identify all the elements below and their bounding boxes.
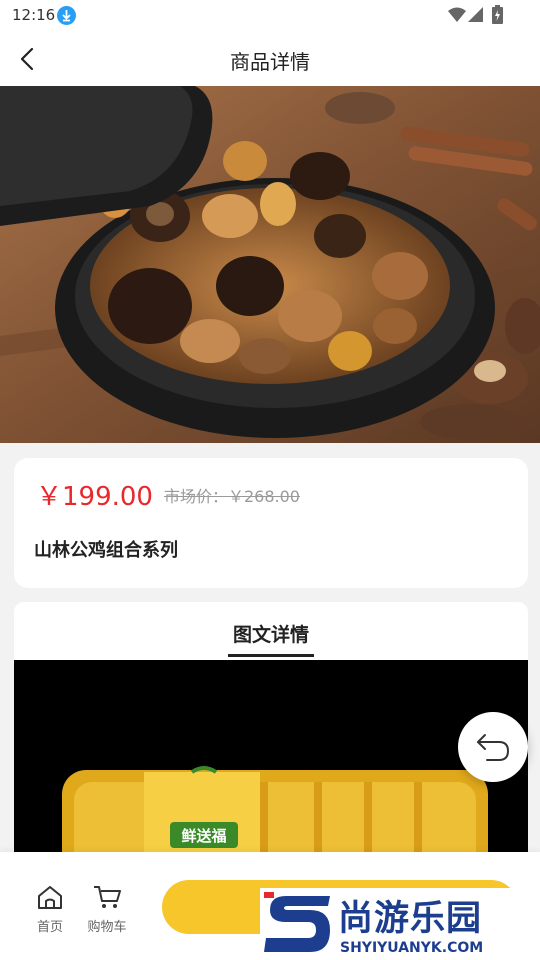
watermark-url: SHYIYUANYK.COM (340, 940, 484, 956)
home-label: 首页 (36, 920, 63, 935)
price-card: ￥199.00 市场价：￥268.00 山林公鸡组合系列 (14, 458, 528, 588)
market-price: 市场价：￥268.00 (164, 487, 300, 506)
home-tab[interactable]: 首页 (30, 884, 70, 936)
home-icon (38, 886, 62, 909)
tab-underline (228, 654, 314, 657)
return-button[interactable] (458, 712, 528, 782)
battery-icon (492, 5, 503, 24)
product-name: 山林公鸡组合系列 (34, 540, 178, 561)
watermark-text: 尚游乐园 (338, 899, 483, 939)
status-time: 12:16 (12, 6, 56, 24)
price: ￥199.00 (36, 482, 153, 512)
download-icon (57, 6, 76, 25)
page-title: 商品详情 (230, 50, 310, 74)
wifi-icon (448, 7, 466, 22)
cart-icon (94, 886, 121, 908)
tab-detail[interactable]: 图文详情 (14, 620, 528, 647)
return-icon (477, 734, 510, 761)
cart-label: 购物车 (87, 920, 127, 935)
product-photo (0, 86, 540, 443)
nav-bar: 商品详情 (0, 32, 540, 86)
signal-icon (468, 7, 483, 22)
watermark-logo (264, 892, 330, 952)
status-bar: 12:16 (0, 0, 540, 32)
product-image-carousel[interactable] (0, 86, 540, 443)
package-brand: 鲜送福 (181, 827, 226, 845)
watermark: 尚游乐园 SHYIYUANYK.COM (260, 888, 540, 960)
cart-tab[interactable]: 购物车 (84, 884, 130, 936)
